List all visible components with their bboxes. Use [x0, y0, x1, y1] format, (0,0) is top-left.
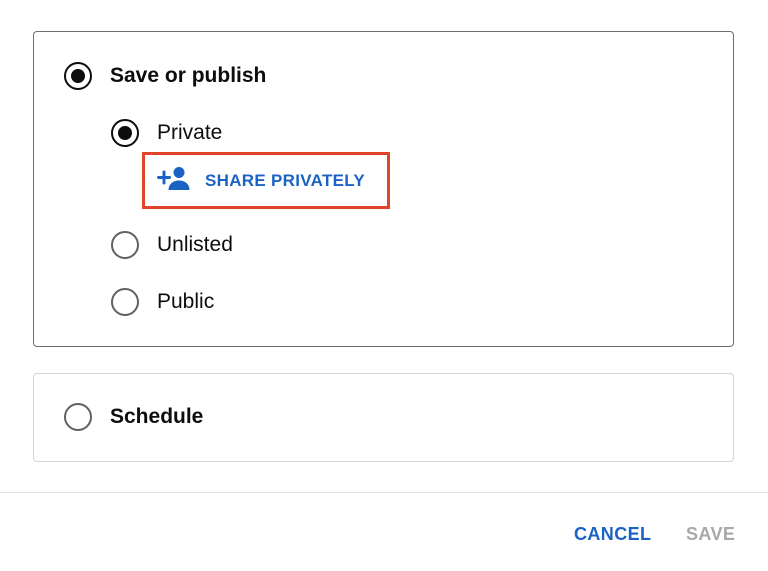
- unlisted-label: Unlisted: [157, 233, 233, 256]
- cancel-button[interactable]: CANCEL: [574, 523, 651, 545]
- public-label: Public: [157, 290, 215, 313]
- save-button[interactable]: SAVE: [686, 523, 735, 545]
- share-privately-label: SHARE PRIVATELY: [205, 170, 366, 190]
- dialog-footer-divider: [0, 492, 768, 493]
- visibility-option-public[interactable]: Public: [111, 288, 214, 316]
- visibility-option-unlisted[interactable]: Unlisted: [111, 231, 233, 259]
- save-or-publish-label: Save or publish: [110, 64, 267, 87]
- schedule-label: Schedule: [110, 405, 204, 428]
- save-or-publish-option[interactable]: Save or publish: [64, 62, 266, 90]
- share-privately-button[interactable]: SHARE PRIVATELY: [142, 152, 390, 209]
- private-label: Private: [157, 121, 223, 144]
- schedule-radio[interactable]: [64, 403, 92, 431]
- private-radio[interactable]: [111, 119, 139, 147]
- public-radio[interactable]: [111, 288, 139, 316]
- schedule-option[interactable]: Schedule: [64, 403, 203, 431]
- unlisted-radio[interactable]: [111, 231, 139, 259]
- person-add-icon: [157, 165, 191, 196]
- save-or-publish-radio[interactable]: [64, 62, 92, 90]
- visibility-option-private[interactable]: Private: [111, 119, 222, 147]
